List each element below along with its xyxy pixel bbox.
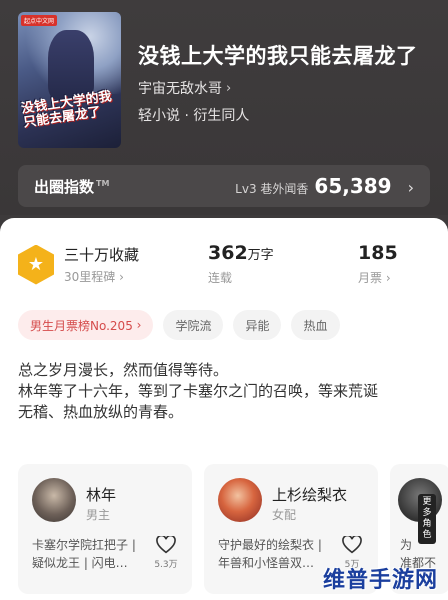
heat-index-summary: Lv3 巷外闻香 65,389 › xyxy=(235,174,414,198)
heat-index-bar[interactable]: 出圈指数 TM Lv3 巷外闻香 65,389 › xyxy=(18,165,430,207)
heat-value: 65,389 xyxy=(314,174,392,198)
character-card[interactable]: 林年 男主 卡塞尔学院扛把子 | 疑似龙王 | 闪电… 5.3万 xyxy=(18,464,192,594)
character-description: 守护最好的绘梨衣 | 年兽和小怪兽双… xyxy=(218,538,322,570)
description-line: 总之岁月漫长，然而值得等待。 xyxy=(18,361,229,379)
monthly-ticket-label: 月票 › xyxy=(358,271,391,285)
tag-list: 男生月票榜No.205 › 学院流 异能 热血 xyxy=(18,310,340,340)
word-count-stat: 362万字 连载 xyxy=(208,242,274,286)
heat-level: Lv3 巷外闻香 xyxy=(235,182,309,196)
tag-superpower[interactable]: 异能 xyxy=(233,310,282,340)
cover-art-figure xyxy=(48,30,94,100)
book-cover[interactable]: 起点中文网 没钱上大学的我只能去屠龙了 xyxy=(18,12,121,148)
book-description[interactable]: 总之岁月漫长，然而值得等待。 林年等了十六年，等到了卡塞尔之门的召唤，等来荒诞 … xyxy=(18,360,433,423)
character-description: 卡塞尔学院扛把子 | 疑似龙王 | 闪电… xyxy=(32,538,136,570)
milestone-text: 三十万收藏 30里程碑 › xyxy=(64,244,139,285)
chevron-right-icon: › xyxy=(407,178,414,197)
word-count-label: 连载 xyxy=(208,271,233,285)
chevron-right-icon: › xyxy=(226,80,232,96)
site-watermark: 维普手游网 xyxy=(322,568,438,593)
character-avatar xyxy=(218,478,262,522)
character-role: 女配 xyxy=(272,508,297,522)
tag-academy[interactable]: 学院流 xyxy=(163,310,224,340)
tag-passion[interactable]: 热血 xyxy=(291,310,340,340)
author-name: 宇宙无敌水哥 xyxy=(138,81,222,97)
milestone-subtitle: 30里程碑 › xyxy=(64,270,124,284)
monthly-ticket-stat[interactable]: 185 月票 › xyxy=(358,242,398,286)
heart-icon xyxy=(156,536,176,554)
book-title: 没钱上大学的我只能去屠龙了 xyxy=(138,44,418,68)
milestone-title: 三十万收藏 xyxy=(64,246,140,264)
star-badge-icon: ★ xyxy=(18,244,54,285)
book-genre: 轻小说 · 衍生同人 xyxy=(138,108,250,124)
monthly-ticket-value: 185 xyxy=(358,242,398,264)
book-header: 起点中文网 没钱上大学的我只能去屠龙了 没钱上大学的我只能去屠龙了 宇宙无敌水哥… xyxy=(0,0,448,215)
trademark-mark: TM xyxy=(96,178,110,188)
author-link[interactable]: 宇宙无敌水哥 › xyxy=(138,78,231,98)
character-name: 林年 xyxy=(86,486,117,504)
collection-milestone[interactable]: ★ 三十万收藏 30里程碑 › xyxy=(18,244,139,285)
like-count: 5.3万 xyxy=(154,560,178,570)
cover-title-art: 没钱上大学的我只能去屠龙了 xyxy=(20,89,113,131)
heart-icon xyxy=(342,536,362,554)
description-line: 林年等了十六年，等到了卡塞尔之门的召唤，等来荒诞 xyxy=(18,382,379,400)
book-detail-card: ★ 三十万收藏 30里程碑 › 362万字 连载 185 月票 › 男生月票榜N… xyxy=(0,218,448,600)
description-line: 无稽、热血放纵的青春。 xyxy=(18,403,184,421)
heat-index-label: 出圈指数 TM xyxy=(34,177,110,196)
word-count-value: 362万字 xyxy=(208,242,274,264)
character-name: 上杉绘梨衣 xyxy=(272,486,348,504)
character-role: 男主 xyxy=(86,508,111,522)
cover-publisher-badge: 起点中文网 xyxy=(21,15,58,26)
tag-ranking[interactable]: 男生月票榜No.205 › xyxy=(18,310,154,340)
character-avatar xyxy=(32,478,76,522)
character-like-button[interactable]: 5.3万 xyxy=(152,536,180,570)
